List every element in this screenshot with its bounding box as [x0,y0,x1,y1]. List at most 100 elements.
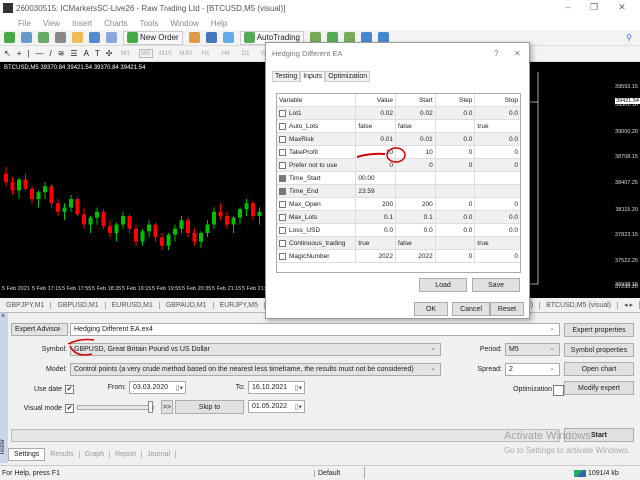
save-button[interactable]: Save [472,278,520,292]
dialog-tab-inputs[interactable]: Inputs [300,71,326,82]
menu-item-insert[interactable]: Insert [72,19,92,28]
vertical-line-icon[interactable]: | [27,49,29,58]
skip-to-button[interactable]: Skip to [175,400,244,414]
stop-cell[interactable]: 0 [475,146,520,159]
timeframe-m30[interactable]: M30 [179,50,193,57]
spread-select[interactable]: 2 [505,363,560,376]
start-cell[interactable]: 0.02 [396,106,436,120]
step-cell[interactable]: 0 [436,197,476,211]
close-tester-icon[interactable]: × [1,313,5,320]
stop-cell[interactable] [475,172,520,185]
crosshair-icon[interactable] [55,32,66,43]
value-cell[interactable]: 2022 [356,249,397,263]
chart-tab[interactable]: EURUSD,M1 [106,301,160,309]
value-cell[interactable]: 00:00 [356,171,397,185]
chart-tab[interactable]: EURJPY,M5 [214,301,265,309]
start-cell[interactable]: false [396,119,436,133]
step-cell[interactable] [436,119,476,133]
symbol-select[interactable]: GBPUSD, Great Britain Pound vs US Dollar [70,343,441,356]
value-cell[interactable]: 23:59 [356,184,397,198]
fibonacci-icon[interactable]: ☰ [70,49,77,58]
step-cell[interactable]: 0.0 [436,223,476,237]
from-date-input[interactable]: 03.03.2020 ▯▾ [129,381,186,394]
value-cell[interactable]: 0.1 [356,210,397,224]
value-cell[interactable]: 0.0 [356,223,397,237]
timeframe-d1[interactable]: D1 [239,50,253,57]
use-date-checkbox[interactable]: ✔ [65,385,74,394]
dialog-tab-testing[interactable]: Testing [272,71,301,82]
calendar-icon[interactable]: ▯▾ [295,384,302,392]
timeframe-m15[interactable]: M15 [159,50,173,57]
terminal-icon[interactable] [89,32,100,43]
calendar-icon[interactable]: ▯▾ [176,384,183,392]
globe-icon[interactable] [222,32,234,43]
step-cell[interactable]: 0 [436,145,476,159]
optimize-checkbox[interactable] [279,200,286,208]
value-cell[interactable]: 200 [356,197,397,211]
search-icon[interactable]: ⚲ [626,33,632,42]
horizontal-line-icon[interactable]: — [35,49,43,58]
text-icon[interactable]: A [84,49,89,58]
menu-item-window[interactable]: Window [170,19,198,28]
start-cell[interactable] [396,184,436,198]
new-chart-icon[interactable] [4,32,15,43]
chart-tab[interactable]: GBPAUD,M1 [160,301,214,309]
fast-forward-button[interactable]: >> [161,400,173,414]
step-cell[interactable]: 0 [436,158,476,172]
open-chart-button[interactable]: Open chart [564,362,634,376]
start-cell[interactable]: false [396,236,436,250]
start-cell[interactable]: 0.1 [396,210,436,224]
text-label-icon[interactable]: T [95,49,100,58]
visual-mode-checkbox[interactable]: ✔ [65,404,74,413]
tester-icon[interactable] [106,32,117,43]
dialog-tab-optimization[interactable]: Optimization [325,71,371,82]
stop-cell[interactable] [475,185,520,198]
skip-date-input[interactable]: 01.05.2022 ▯▾ [248,400,305,413]
optimize-checkbox[interactable] [279,174,286,182]
period-select[interactable]: M5 [505,343,560,356]
market-watch-icon[interactable] [38,32,49,43]
expert-select[interactable]: Hedging Different EA.ex4 [70,323,560,336]
tester-tab-graph[interactable]: Graph [80,450,111,458]
channel-icon[interactable]: ≋ [58,49,65,58]
to-date-input[interactable]: 16.10.2021 ▯▾ [248,381,305,394]
tester-tab-report[interactable]: Report [110,450,143,458]
step-cell[interactable]: 0.0 [436,106,476,120]
profiles-icon[interactable] [21,32,32,43]
load-button[interactable]: Load [419,278,467,292]
menu-item-help[interactable]: Help [211,19,227,28]
tabs-scroll-arrows[interactable]: ◂ ▸ [618,301,640,309]
stop-cell[interactable]: 0.0 [475,224,520,237]
ok-button[interactable]: OK [414,302,448,316]
step-cell[interactable]: 0.0 [436,132,476,146]
optimize-checkbox[interactable] [279,252,286,260]
new-order-button[interactable]: New Order [123,30,183,45]
calendar-icon[interactable]: ▯▾ [295,403,302,411]
optimize-checkbox[interactable] [279,161,286,169]
stop-cell[interactable]: 0.0 [475,107,520,120]
tester-tab-results[interactable]: Results [45,450,80,458]
timeframe-h1[interactable]: H1 [199,50,213,57]
timeframe-m1[interactable]: M1 [119,50,133,57]
tester-tab-journal[interactable]: Journal [142,450,177,458]
start-cell[interactable]: 2022 [396,249,436,263]
stop-cell[interactable]: 0 [475,250,520,263]
visual-speed-slider[interactable] [77,405,154,410]
tester-type-select[interactable]: Expert Advisor [11,323,68,336]
modify-expert-button[interactable]: Modify expert [564,381,634,395]
menu-item-file[interactable]: File [18,19,31,28]
close-button[interactable]: ✕ [610,2,634,14]
optimize-checkbox[interactable] [279,122,286,130]
tester-tab-settings[interactable]: Settings [8,447,46,461]
model-select[interactable]: Control points (a very crude method base… [70,363,441,376]
optimize-checkbox[interactable] [279,109,286,117]
chart-tab[interactable]: GBPUSD,M1 [51,301,106,309]
value-cell[interactable]: true [356,236,397,250]
optimize-checkbox[interactable] [279,187,286,195]
optimize-checkbox[interactable] [279,213,286,221]
stop-cell[interactable]: 0 [475,198,520,211]
help-button[interactable]: ? [494,49,498,58]
restore-button[interactable]: ❐ [582,2,606,14]
value-cell[interactable]: 0.01 [356,132,397,146]
start-cell[interactable]: 200 [396,197,436,211]
